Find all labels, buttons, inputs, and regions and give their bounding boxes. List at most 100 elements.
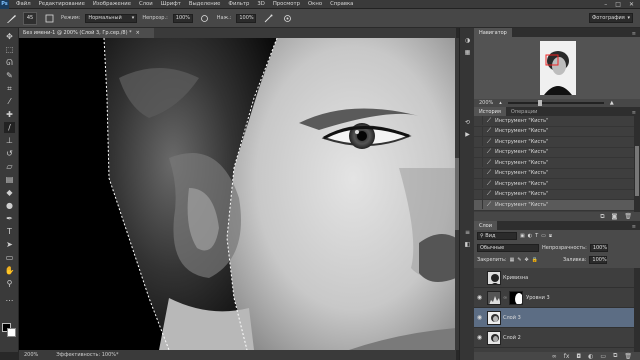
layer-opacity-field[interactable]: 100% (589, 244, 608, 252)
navigator-zoom-slider[interactable] (507, 100, 604, 106)
actions-panel-icon[interactable]: ▶ (463, 130, 472, 139)
scrollbar-thumb[interactable] (635, 146, 639, 196)
blend-mode-select[interactable]: Обычные (477, 244, 539, 252)
layer-name[interactable]: Слой 2 (503, 335, 521, 341)
lock-transparency-icon[interactable]: ▦ (510, 257, 515, 263)
history-item[interactable]: ⟋ Инструмент "Кисть" (474, 179, 634, 190)
brush-size-picker[interactable]: 45 (23, 11, 37, 25)
eye-icon[interactable]: ◉ (474, 294, 485, 301)
add-mask-icon[interactable]: ◘ (576, 353, 581, 360)
fill-field[interactable]: 100% (589, 256, 608, 264)
history-checkbox[interactable] (474, 137, 483, 147)
history-checkbox[interactable] (474, 168, 483, 178)
layer-name[interactable]: Кривизна (503, 275, 528, 281)
trash-icon[interactable]: 🗑 (624, 213, 632, 220)
filter-smart-icon[interactable]: ⧈ (549, 233, 552, 239)
tab-actions[interactable]: Операции (506, 107, 542, 116)
workspace-select[interactable]: Фотография ▾ (589, 13, 633, 23)
menu-type[interactable]: Шрифт (157, 1, 185, 7)
background-color-swatch[interactable] (7, 328, 16, 337)
lasso-tool-icon[interactable]: ᘏ (4, 57, 15, 68)
history-panel-icon[interactable]: ⟲ (463, 118, 472, 127)
history-item[interactable]: ⟋ Инструмент "Кисть" (474, 147, 634, 158)
tab-navigator[interactable]: Навигатор (474, 28, 512, 37)
opacity-field[interactable]: 100% (172, 13, 193, 23)
menu-view[interactable]: Просмотр (269, 1, 304, 7)
menu-file[interactable]: Файл (12, 1, 35, 7)
menu-3d[interactable]: 3D (253, 1, 268, 7)
layer-name[interactable]: Уровни 3 (526, 295, 550, 301)
brush-panel-icon[interactable] (42, 12, 56, 25)
history-item-current[interactable]: ⟋ Инструмент "Кисть" (474, 200, 634, 211)
close-window-button[interactable]: ✕ (629, 1, 634, 8)
status-info[interactable]: Эффективность: 100%* (56, 352, 118, 358)
history-checkbox[interactable] (474, 189, 483, 199)
airbrush-icon[interactable] (261, 12, 275, 25)
history-item[interactable]: ⟋ Инструмент "Кисть" (474, 168, 634, 179)
new-layer-icon[interactable]: ⧉ (613, 352, 617, 360)
marquee-tool-icon[interactable]: ⬚ (4, 44, 15, 55)
tab-history[interactable]: История (474, 107, 506, 116)
move-tool-icon[interactable]: ✥ (4, 31, 15, 42)
zoom-tool-icon[interactable]: ⚲ (4, 278, 15, 289)
zoom-out-icon[interactable]: ▴ (499, 100, 502, 106)
clone-stamp-tool-icon[interactable]: ⊥ (4, 135, 15, 146)
menu-edit[interactable]: Редактирование (35, 1, 89, 7)
filter-shape-icon[interactable]: ▭ (541, 233, 546, 239)
eraser-tool-icon[interactable]: ▱ (4, 161, 15, 172)
document-canvas[interactable] (19, 38, 456, 350)
type-tool-icon[interactable]: T (4, 226, 15, 237)
menu-window[interactable]: Окно (304, 1, 326, 7)
navigator-preview[interactable] (474, 37, 640, 99)
layer-row[interactable]: ◉ ∞ Уровни 3 (474, 288, 634, 308)
dodge-tool-icon[interactable]: ● (4, 200, 15, 211)
maximize-button[interactable]: □ (615, 1, 621, 8)
layer-filter-select[interactable]: ⚲ Вид (477, 232, 517, 240)
link-layers-icon[interactable]: ∞ (552, 353, 557, 360)
blur-tool-icon[interactable]: ◆ (4, 187, 15, 198)
history-checkbox[interactable] (474, 147, 483, 157)
adjustment-layer-icon[interactable]: ◐ (588, 353, 593, 360)
minimize-button[interactable]: – (604, 1, 607, 8)
layers-scrollbar[interactable] (634, 268, 640, 352)
new-document-from-state-icon[interactable]: ⧉ (600, 213, 604, 221)
zoom-slider-knob[interactable] (537, 100, 542, 106)
healing-brush-tool-icon[interactable]: ✚ (4, 109, 15, 120)
layers-panel-icon[interactable]: ≡ (463, 228, 472, 237)
pen-tool-icon[interactable]: ✒ (4, 213, 15, 224)
layer-row-selected[interactable]: ◉ Слой 3 (474, 308, 634, 328)
menu-select[interactable]: Выделение (185, 1, 225, 7)
path-select-tool-icon[interactable]: ➤ (4, 239, 15, 250)
document-tab[interactable]: Без имени-1 @ 200% (Слой 3, Гр.сер./8) *… (19, 28, 154, 38)
menu-image[interactable]: Изображение (89, 1, 135, 7)
menu-layers[interactable]: Слои (135, 1, 157, 7)
hand-tool-icon[interactable]: ✋ (4, 265, 15, 276)
pressure-size-icon[interactable] (280, 12, 294, 25)
crop-tool-icon[interactable]: ⌗ (4, 83, 15, 94)
history-brush-tool-icon[interactable]: ↺ (4, 148, 15, 159)
mode-select[interactable]: Нормальный ▾ (85, 13, 138, 23)
navigator-zoom-value[interactable]: 200% (479, 100, 493, 106)
layer-row[interactable]: Кривизна (474, 268, 634, 288)
history-item[interactable]: ⟋ Инструмент "Кисть" (474, 126, 634, 137)
eye-icon[interactable]: ◉ (474, 334, 485, 341)
color-panel-icon[interactable]: ◑ (463, 36, 472, 45)
history-checkbox[interactable] (474, 158, 483, 168)
history-checkbox[interactable] (474, 200, 483, 210)
layer-name[interactable]: Слой 3 (503, 315, 521, 321)
history-item[interactable]: ⟋ Инструмент "Кисть" (474, 116, 634, 127)
eye-icon[interactable]: ◉ (474, 314, 485, 321)
camera-icon[interactable]: ◙ (612, 213, 618, 220)
layer-mask-thumbnail[interactable] (509, 290, 524, 305)
status-zoom[interactable]: 200% (24, 352, 38, 358)
quick-select-tool-icon[interactable]: ✎ (4, 70, 15, 81)
layer-style-icon[interactable]: fx (564, 353, 570, 360)
gradient-tool-icon[interactable]: ▤ (4, 174, 15, 185)
group-icon[interactable]: ▭ (600, 353, 606, 360)
close-icon[interactable]: × (136, 30, 140, 36)
swatches-panel-icon[interactable]: ▦ (463, 48, 472, 57)
lock-position-icon[interactable]: ✥ (525, 257, 529, 263)
history-scrollbar[interactable] (634, 116, 640, 212)
lock-pixels-icon[interactable]: ✎ (517, 257, 521, 263)
channels-panel-icon[interactable]: ◧ (463, 240, 472, 249)
